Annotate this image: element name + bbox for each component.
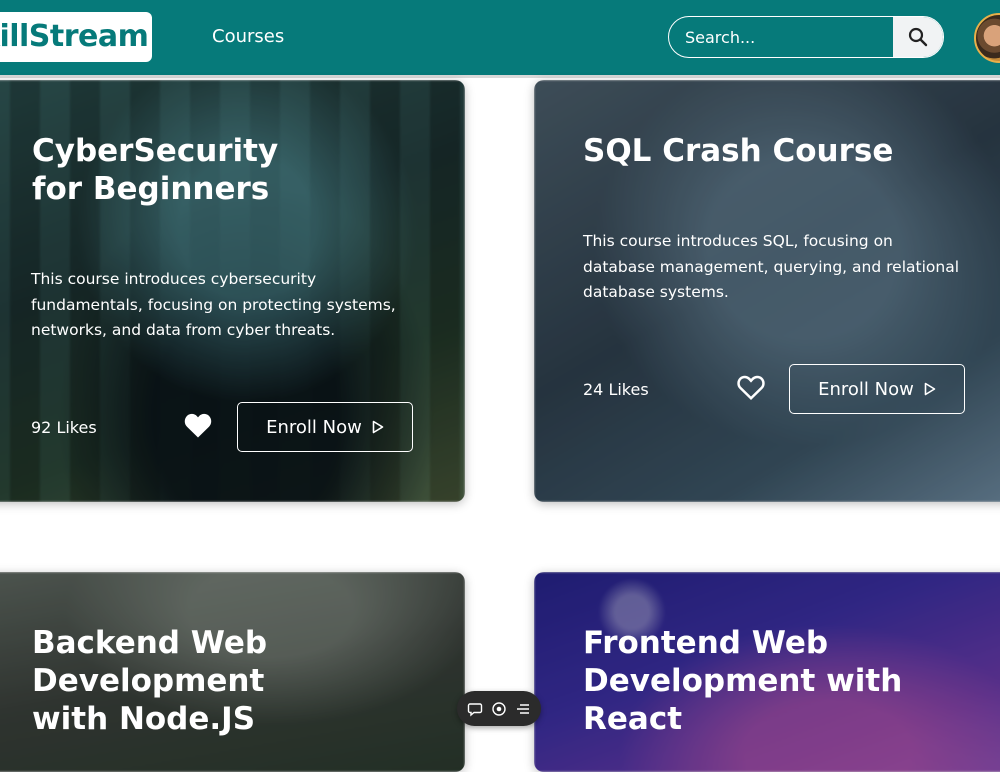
search-button[interactable] [893,17,943,57]
user-avatar[interactable] [974,13,1000,63]
search-bar [668,16,944,58]
like-button[interactable] [183,411,213,441]
play-icon [924,382,936,396]
top-navbar: killStream Courses [0,0,1000,78]
course-description: This course introduces SQL, focusing on … [583,232,959,301]
likes-count: 24 Likes [583,380,649,399]
course-description: This course introduces cybersecurity fun… [31,270,396,339]
site-logo[interactable]: killStream [0,12,152,62]
search-input[interactable] [669,17,893,57]
like-button[interactable] [736,373,766,403]
menu-icon[interactable] [513,699,533,719]
play-icon [372,420,384,434]
nav-courses-link[interactable]: Courses [212,26,284,47]
course-card-cybersecurity: CyberSecurity for Beginners This course … [0,80,465,502]
enroll-label: Enroll Now [818,378,914,400]
course-title: CyberSecurity for Beginners [32,133,279,207]
enroll-label: Enroll Now [266,416,362,438]
search-icon [908,27,928,47]
enroll-now-button[interactable]: Enroll Now [789,364,965,414]
course-card-nodejs: Backend Web Development with Node.JS [0,572,465,772]
floating-toolbar [457,691,541,726]
comment-icon[interactable] [465,699,485,719]
likes-count: 92 Likes [31,418,97,437]
course-title: Frontend Web Development with React [583,625,903,737]
course-title: SQL Crash Course [583,133,894,169]
heart-filled-icon [184,413,212,438]
course-title: Backend Web Development with Node.JS [32,625,268,737]
view-icon[interactable] [489,699,509,719]
heart-outline-icon [737,375,765,400]
enroll-now-button[interactable]: Enroll Now [237,402,413,452]
course-card-react: Frontend Web Development with React [534,572,1000,772]
course-card-sql: SQL Crash Course This course introduces … [534,80,1000,502]
